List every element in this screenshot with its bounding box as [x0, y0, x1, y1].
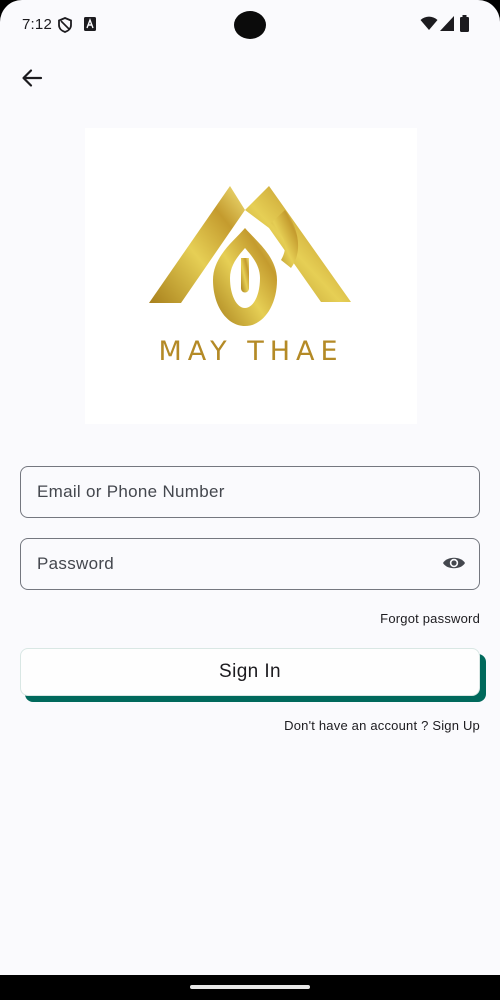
signal-icon: [440, 16, 454, 36]
arrow-back-icon: [21, 67, 43, 94]
password-visibility-toggle[interactable]: [441, 552, 467, 578]
email-input[interactable]: [37, 482, 417, 502]
front-camera: [234, 11, 266, 39]
password-field[interactable]: [20, 538, 480, 590]
status-bar: 7:12: [0, 0, 500, 50]
font-icon: [84, 17, 96, 36]
eye-icon: [442, 555, 466, 576]
password-input[interactable]: [37, 554, 417, 574]
home-gesture-handle[interactable]: [190, 985, 310, 989]
shield-icon: [58, 17, 72, 38]
brand-logo: MAY THAE: [85, 128, 417, 424]
forgot-password-link[interactable]: Forgot password: [380, 611, 480, 626]
status-time: 7:12: [22, 16, 52, 33]
wifi-icon: [420, 16, 438, 36]
back-button[interactable]: [16, 64, 48, 96]
battery-icon: [460, 15, 469, 37]
brand-name: MAY THAE: [158, 336, 344, 367]
sign-up-link[interactable]: Don't have an account ? Sign Up: [284, 718, 480, 733]
email-field[interactable]: [20, 466, 480, 518]
login-screen: 7:12 MAY THAE Email or Phone Number Forg…: [0, 0, 500, 1000]
logo-mark-icon: [149, 186, 351, 326]
sign-in-button[interactable]: Sign In: [20, 648, 480, 696]
